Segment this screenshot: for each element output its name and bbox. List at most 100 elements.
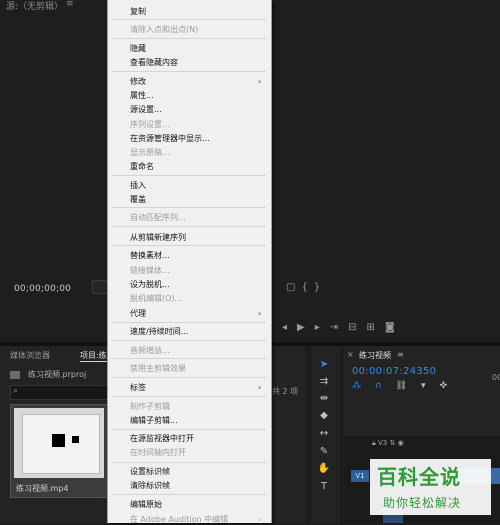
search-icon: ⌕	[13, 386, 19, 396]
menu-item[interactable]: 在源监视器中打开	[130, 434, 194, 444]
sync-icon[interactable]: ⇅	[389, 439, 395, 447]
menu-item[interactable]: 修改	[130, 77, 146, 87]
hand-tool-icon[interactable]: ✋	[316, 462, 332, 476]
menu-item[interactable]: 速度/持续时间...	[130, 327, 188, 337]
menu-item: 链接媒体...	[130, 266, 170, 275]
menu-separator	[112, 494, 266, 495]
menu-item: 序列设置...	[130, 120, 170, 129]
menu-item[interactable]: 替换素材...	[130, 251, 170, 261]
menu-separator	[112, 226, 266, 227]
insert-icon[interactable]: ⊟	[348, 322, 356, 333]
menu-separator	[112, 322, 266, 323]
panel-menu-icon[interactable]: ≡	[66, 0, 74, 9]
menu-item: 禁用主剪辑效果	[130, 364, 186, 373]
submenu-arrow-icon: ›	[258, 515, 262, 524]
menu-separator	[112, 175, 266, 176]
menu-item[interactable]: 源设置...	[130, 105, 162, 115]
eye-icon[interactable]: ◉	[398, 439, 404, 447]
thumbnail-small-square	[72, 436, 79, 443]
track-v3-label: V3	[377, 439, 388, 447]
pen-tool-icon[interactable]: ✎	[316, 445, 332, 459]
menu-item[interactable]: 代理	[130, 309, 146, 319]
menu-separator	[112, 462, 266, 463]
mark-in-icon[interactable]: {	[301, 282, 307, 293]
source-timecode[interactable]: 00;00;00;00	[14, 284, 71, 294]
menu-item[interactable]: 覆盖	[130, 195, 146, 205]
zoom-fit-select[interactable]	[92, 280, 108, 294]
menu-item[interactable]: 标签	[130, 383, 146, 393]
search-input[interactable]	[10, 385, 108, 400]
menu-item[interactable]: 从剪辑新建序列	[130, 233, 186, 243]
overwrite-icon[interactable]: ⊞	[367, 322, 375, 333]
source-monitor-title: 源:（无剪辑）	[6, 2, 64, 12]
menu-item: 在时间轴内打开	[130, 448, 186, 457]
ruler-label: 00	[492, 373, 500, 382]
tab-project[interactable]: 项目:练	[80, 350, 107, 361]
menu-separator	[112, 245, 266, 246]
nest-icon[interactable]: ⁂	[352, 381, 361, 391]
menu-item[interactable]: 隐藏	[130, 44, 146, 54]
export-frame-icon[interactable]: ◙	[385, 322, 395, 333]
menu-item: 自动匹配序列...	[130, 213, 186, 222]
menu-item[interactable]: 设置标识帧	[130, 467, 170, 477]
type-tool-icon[interactable]: T	[316, 480, 332, 494]
ripple-edit-tool-icon[interactable]: ⇹	[316, 392, 332, 406]
menu-item[interactable]: 重命名	[130, 162, 154, 172]
menu-item: 脱机编辑(O)...	[130, 294, 183, 303]
mark-out-icon[interactable]: }	[314, 282, 320, 293]
transport-controls: ◂ ▶ ▸ ⇥ ⊟ ⊞ ◙	[282, 322, 432, 333]
menu-separator	[112, 377, 266, 378]
timeline-title[interactable]: 练习视频	[359, 350, 391, 361]
menu-item[interactable]: 编辑子剪辑...	[130, 416, 178, 426]
menu-item[interactable]: 设为脱机...	[130, 280, 170, 290]
watermark-subtitle: 助你轻松解决	[383, 496, 462, 510]
menu-item[interactable]: 查看隐藏内容	[130, 58, 178, 68]
clip-name-label[interactable]: 练习视频.mp4	[16, 483, 69, 494]
menu-item[interactable]: 复制	[130, 7, 146, 17]
timeline-timecode[interactable]: 00:00:07:24350	[352, 366, 436, 377]
track-select-tool-icon[interactable]: ⇉	[316, 375, 332, 389]
menu-item[interactable]: 插入	[130, 181, 146, 191]
go-to-out-icon[interactable]: ⇥	[330, 322, 338, 333]
menu-item: 音频增益...	[130, 346, 170, 355]
menu-item[interactable]: 属性...	[130, 91, 154, 101]
razor-tool-icon[interactable]: ◆	[316, 409, 332, 423]
menu-separator	[112, 207, 266, 208]
step-back-icon[interactable]: ◂	[282, 322, 287, 333]
project-filename: 练习视频.prproj	[28, 370, 87, 379]
items-count: 共 2 项	[272, 387, 299, 396]
menu-item[interactable]: 清除标识帧	[130, 481, 170, 491]
menu-item: 制作子剪辑	[130, 402, 170, 411]
menu-item: 清除入点和出点(N)	[130, 25, 199, 34]
menu-item: 在 Adobe Audition 中编辑	[130, 515, 229, 524]
snap-icon[interactable]: ∩	[375, 381, 382, 391]
menu-separator	[112, 340, 266, 341]
panel-menu-icon[interactable]: ≡	[397, 350, 404, 359]
menu-separator	[112, 429, 266, 430]
watermark-title: 百科全说	[377, 465, 461, 489]
lock-icon[interactable]: 🔒︎	[372, 439, 376, 447]
step-forward-icon[interactable]: ▸	[315, 322, 320, 333]
safe-margins-icon[interactable]: ▢	[286, 282, 295, 293]
track-v3-header: 🔒︎ V3 ⇅ ◉	[372, 439, 404, 448]
submenu-arrow-icon: ›	[258, 383, 262, 392]
tab-media-browser[interactable]: 媒体浏览器	[10, 350, 50, 361]
menu-separator	[112, 396, 266, 397]
menu-separator	[112, 71, 266, 72]
active-tab-indicator	[80, 361, 108, 362]
wrench-icon[interactable]: ✜	[440, 381, 448, 391]
source-monitor-right-icons: ▢ { }	[286, 282, 320, 293]
close-icon[interactable]: ×	[347, 350, 354, 359]
menu-separator	[112, 358, 266, 359]
timeline-toolbar: ⁂ ∩ ⛓ ▾ ✜	[352, 381, 447, 391]
submenu-arrow-icon: ›	[258, 77, 262, 86]
play-icon[interactable]: ▶	[297, 322, 305, 333]
add-marker-icon[interactable]: ▾	[421, 381, 426, 391]
selection-tool-icon[interactable]: ➤	[316, 358, 332, 372]
linked-selection-icon[interactable]: ⛓	[396, 381, 407, 391]
track-v1-label[interactable]: V1	[351, 470, 369, 482]
menu-item[interactable]: 在资源管理器中显示...	[130, 134, 210, 144]
menu-item[interactable]: 编辑原始	[130, 500, 162, 510]
slip-tool-icon[interactable]: ↔	[316, 427, 332, 441]
folder-icon	[10, 371, 20, 379]
